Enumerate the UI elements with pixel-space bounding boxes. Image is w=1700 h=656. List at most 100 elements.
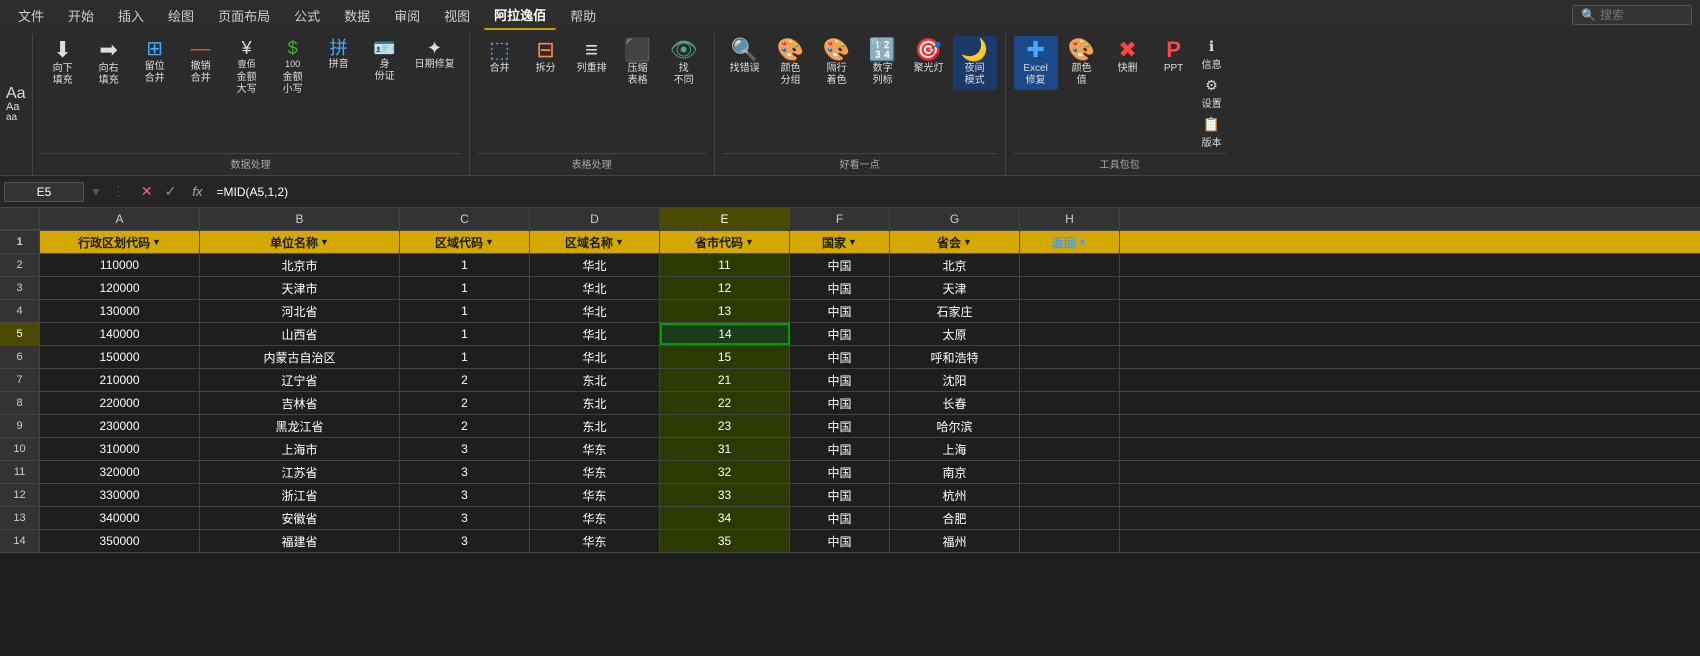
dropdown-arrow-g[interactable]: ▼ bbox=[963, 237, 972, 247]
cell-8-G[interactable]: 长春 bbox=[890, 392, 1020, 414]
col-header-h[interactable]: H bbox=[1020, 208, 1120, 230]
cell-2-A[interactable]: 110000 bbox=[40, 254, 200, 276]
cell-7-B[interactable]: 辽宁省 bbox=[200, 369, 400, 391]
cell-4-F[interactable]: 中国 bbox=[790, 300, 890, 322]
undo-merge-button[interactable]: — 撤销合并 bbox=[179, 36, 223, 88]
cell-9-C[interactable]: 2 bbox=[400, 415, 530, 437]
cell-10-B[interactable]: 上海市 bbox=[200, 438, 400, 460]
id-card-button[interactable]: 🪪 身份证 bbox=[363, 36, 407, 86]
cell-13-H[interactable] bbox=[1020, 507, 1120, 529]
col-header-c[interactable]: C bbox=[400, 208, 530, 230]
dropdown-arrow-a[interactable]: ▼ bbox=[152, 237, 161, 247]
cell-7-C[interactable]: 2 bbox=[400, 369, 530, 391]
cell-8-A[interactable]: 220000 bbox=[40, 392, 200, 414]
info-button[interactable]: ℹ 信息 bbox=[1198, 36, 1226, 73]
cell-2-C[interactable]: 1 bbox=[400, 254, 530, 276]
menu-data[interactable]: 数据 bbox=[334, 2, 380, 29]
cell-9-H[interactable] bbox=[1020, 415, 1120, 437]
excel-repair-button[interactable]: ✚ Excel修复 bbox=[1014, 36, 1058, 90]
cell-6-A[interactable]: 150000 bbox=[40, 346, 200, 368]
cell-13-B[interactable]: 安徽省 bbox=[200, 507, 400, 529]
money-big-button[interactable]: ¥ 壹佰 金额大写 bbox=[225, 36, 269, 99]
cell-14-F[interactable]: 中国 bbox=[790, 530, 890, 552]
cell-9-F[interactable]: 中国 bbox=[790, 415, 890, 437]
row-num-12[interactable]: 12 bbox=[0, 484, 40, 506]
cell-9-A[interactable]: 230000 bbox=[40, 415, 200, 437]
cell-9-D[interactable]: 东北 bbox=[530, 415, 660, 437]
col-header-b[interactable]: B bbox=[200, 208, 400, 230]
cell-5-G[interactable]: 太原 bbox=[890, 323, 1020, 345]
cell-11-C[interactable]: 3 bbox=[400, 461, 530, 483]
cell-14-E[interactable]: 35 bbox=[660, 530, 790, 552]
search-bar[interactable]: 🔍 bbox=[1572, 5, 1692, 25]
cell-6-E[interactable]: 15 bbox=[660, 346, 790, 368]
cell-5-F[interactable]: 中国 bbox=[790, 323, 890, 345]
header-cell-c[interactable]: 区域代码▼ bbox=[400, 231, 530, 253]
cell-11-H[interactable] bbox=[1020, 461, 1120, 483]
night-mode-button[interactable]: 🌙 夜间模式 bbox=[953, 36, 997, 90]
cell-3-F[interactable]: 中国 bbox=[790, 277, 890, 299]
col-header-a[interactable]: A bbox=[40, 208, 200, 230]
search-input[interactable] bbox=[1600, 8, 1680, 22]
cell-13-C[interactable]: 3 bbox=[400, 507, 530, 529]
cell-13-D[interactable]: 华东 bbox=[530, 507, 660, 529]
cell-13-G[interactable]: 合肥 bbox=[890, 507, 1020, 529]
cell-12-H[interactable] bbox=[1020, 484, 1120, 506]
header-cell-h[interactable]: 返回▼ bbox=[1020, 231, 1120, 253]
cell-7-D[interactable]: 东北 bbox=[530, 369, 660, 391]
menu-view[interactable]: 视图 bbox=[434, 2, 480, 29]
cell-5-E[interactable]: 14 bbox=[660, 323, 790, 345]
menu-formula[interactable]: 公式 bbox=[284, 2, 330, 29]
header-cell-f[interactable]: 国家▼ bbox=[790, 231, 890, 253]
formula-input[interactable]: =MID(A5,1,2) bbox=[210, 183, 1696, 201]
cell-14-G[interactable]: 福州 bbox=[890, 530, 1020, 552]
menu-start[interactable]: 开始 bbox=[58, 2, 104, 29]
col-header-d[interactable]: D bbox=[530, 208, 660, 230]
cell-8-E[interactable]: 22 bbox=[660, 392, 790, 414]
cell-7-A[interactable]: 210000 bbox=[40, 369, 200, 391]
ppt-button[interactable]: P PPT bbox=[1152, 36, 1196, 78]
confirm-formula-icon[interactable]: ✓ bbox=[161, 181, 181, 202]
cell-6-F[interactable]: 中国 bbox=[790, 346, 890, 368]
dots-icon[interactable]: ⋮ bbox=[108, 184, 129, 200]
cell-11-E[interactable]: 32 bbox=[660, 461, 790, 483]
cell-12-D[interactable]: 华东 bbox=[530, 484, 660, 506]
col-header-f[interactable]: F bbox=[790, 208, 890, 230]
cell-14-A[interactable]: 350000 bbox=[40, 530, 200, 552]
row-num-13[interactable]: 13 bbox=[0, 507, 40, 529]
cell-4-A[interactable]: 130000 bbox=[40, 300, 200, 322]
row-num-6[interactable]: 6 bbox=[0, 346, 40, 368]
cell-7-G[interactable]: 沈阳 bbox=[890, 369, 1020, 391]
spotlight-button[interactable]: 🎯 聚光灯 bbox=[907, 36, 951, 78]
dropdown-arrow-b[interactable]: ▼ bbox=[320, 237, 329, 247]
color-group-button[interactable]: 🎨 颜色分组 bbox=[769, 36, 813, 90]
cell-5-B[interactable]: 山西省 bbox=[200, 323, 400, 345]
cell-2-F[interactable]: 中国 bbox=[790, 254, 890, 276]
cell-11-G[interactable]: 南京 bbox=[890, 461, 1020, 483]
menu-file[interactable]: 文件 bbox=[8, 2, 54, 29]
cell-14-B[interactable]: 福建省 bbox=[200, 530, 400, 552]
header-cell-e[interactable]: 省市代码▼ bbox=[660, 231, 790, 253]
col-rearrange-button[interactable]: ≡ 列重排 bbox=[570, 36, 614, 78]
cell-4-H[interactable] bbox=[1020, 300, 1120, 322]
menu-insert[interactable]: 插入 bbox=[108, 2, 154, 29]
cell-12-A[interactable]: 330000 bbox=[40, 484, 200, 506]
fill-down-button[interactable]: ⬇ 向下填充 bbox=[41, 36, 85, 90]
menu-review[interactable]: 审阅 bbox=[384, 2, 430, 29]
num-col-button[interactable]: 🔢 数字列标 bbox=[861, 36, 905, 90]
cell-7-F[interactable]: 中国 bbox=[790, 369, 890, 391]
cell-6-H[interactable] bbox=[1020, 346, 1120, 368]
row-num-10[interactable]: 10 bbox=[0, 438, 40, 460]
row-num-3[interactable]: 3 bbox=[0, 277, 40, 299]
menu-help[interactable]: 帮助 bbox=[560, 2, 606, 29]
header-cell-g[interactable]: 省会▼ bbox=[890, 231, 1020, 253]
cell-3-B[interactable]: 天津市 bbox=[200, 277, 400, 299]
cell-8-C[interactable]: 2 bbox=[400, 392, 530, 414]
cell-12-E[interactable]: 33 bbox=[660, 484, 790, 506]
cell-14-C[interactable]: 3 bbox=[400, 530, 530, 552]
cell-9-E[interactable]: 23 bbox=[660, 415, 790, 437]
header-cell-a[interactable]: 行政区划代码▼ bbox=[40, 231, 200, 253]
cell-7-E[interactable]: 21 bbox=[660, 369, 790, 391]
row-num-9[interactable]: 9 bbox=[0, 415, 40, 437]
row-num-4[interactable]: 4 bbox=[0, 300, 40, 322]
